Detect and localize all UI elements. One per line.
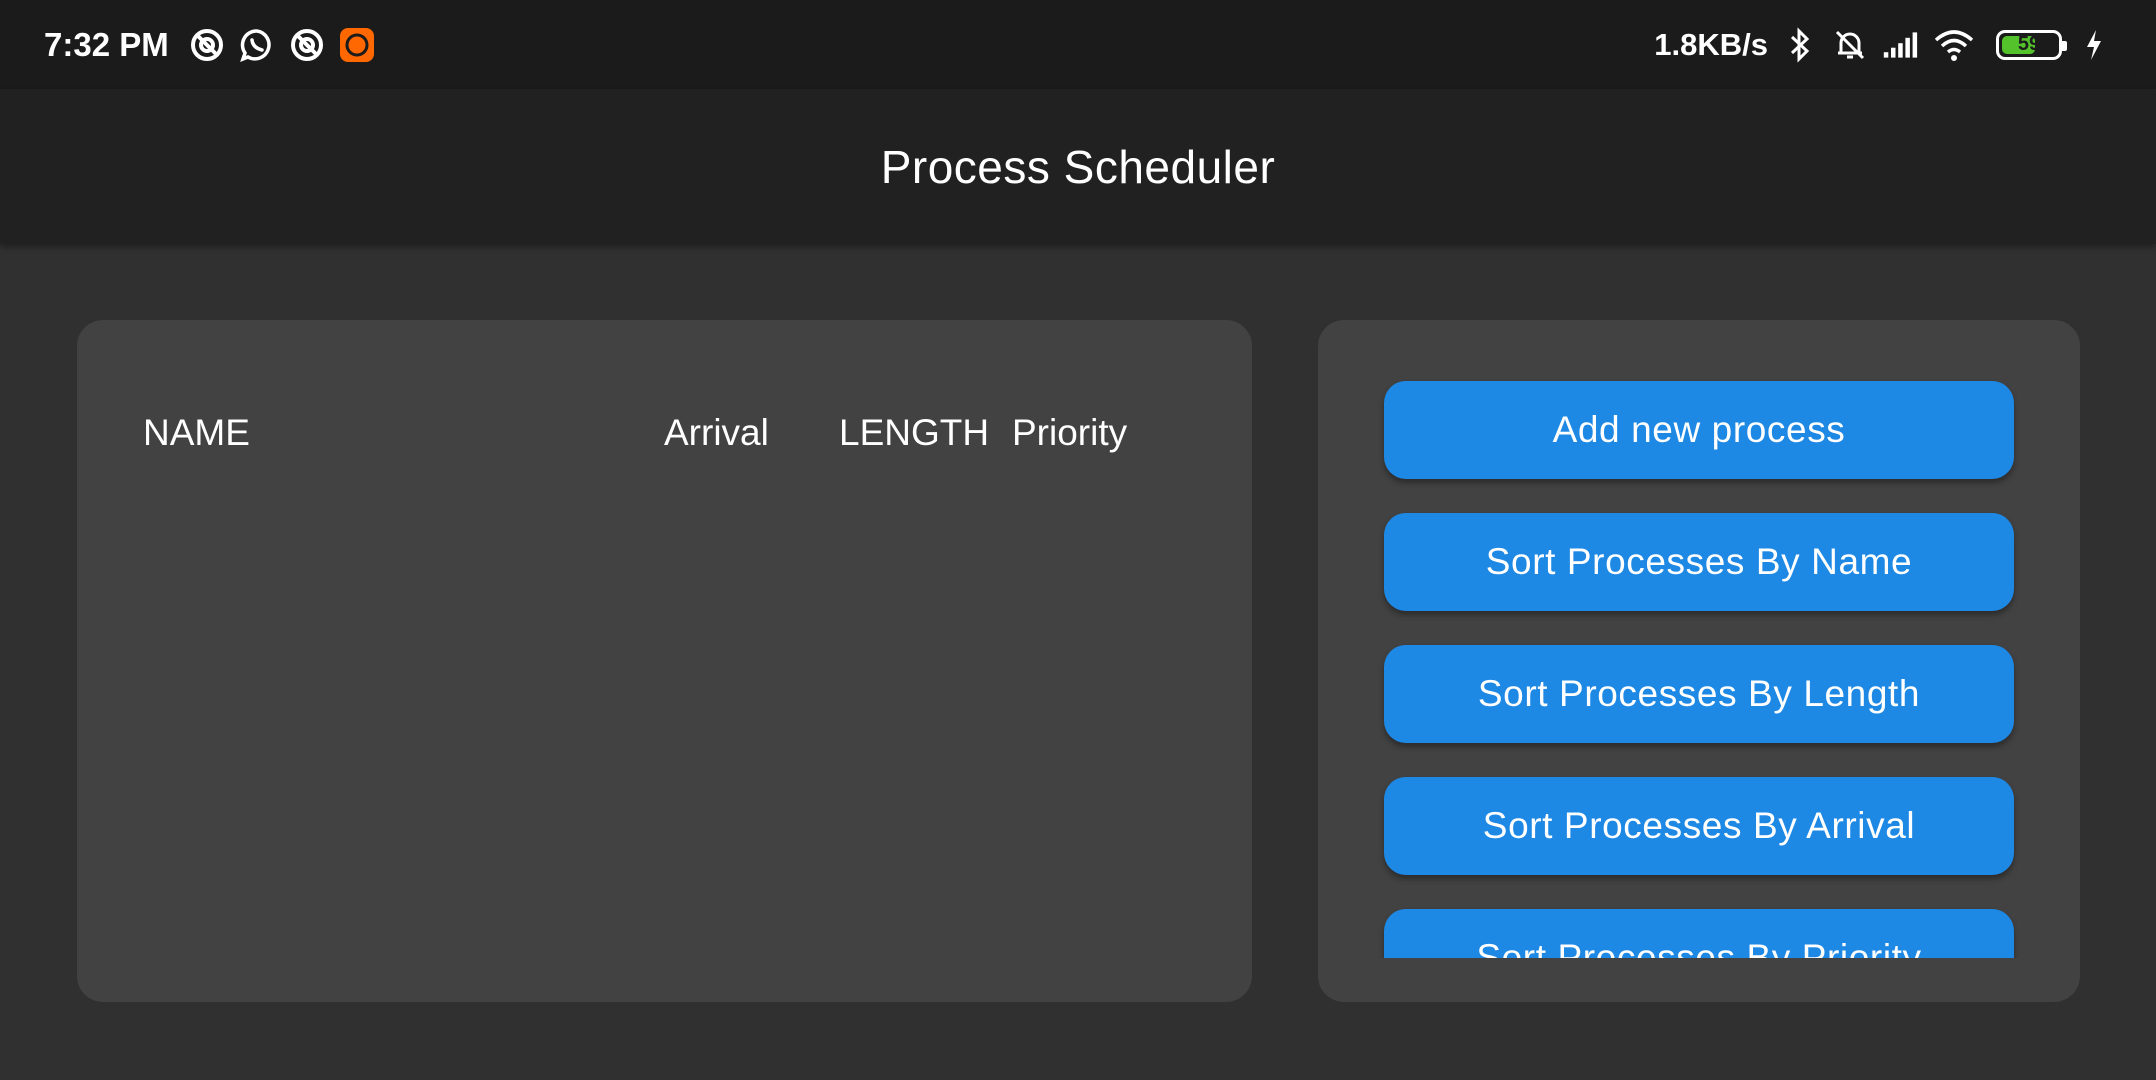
actions-scroll-list[interactable]: Add new process Sort Processes By Name S… xyxy=(1318,320,2080,958)
mi-app-icon xyxy=(339,27,375,63)
app-bar: Process Scheduler xyxy=(0,89,2156,244)
column-header-length: LENGTH xyxy=(839,412,990,453)
battery-icon: 59 xyxy=(1996,29,2067,60)
column-header-arrival: Arrival xyxy=(664,412,769,453)
sort-by-name-button[interactable]: Sort Processes By Name xyxy=(1384,513,2014,611)
column-header-name: NAME xyxy=(143,412,250,453)
table-header: NAME Arrival LENGTH Priority xyxy=(77,412,1252,462)
status-bar-right: 1.8KB/s 59 xyxy=(1654,27,2112,63)
pocket-casts-icon xyxy=(189,27,225,63)
sort-by-length-button[interactable]: Sort Processes By Length xyxy=(1384,645,2014,743)
cellular-signal-icon xyxy=(1882,27,1918,63)
column-header-priority: Priority xyxy=(1012,412,1128,453)
status-time: 7:32 PM xyxy=(44,25,169,63)
charging-icon xyxy=(2076,27,2112,63)
status-bar-left: 7:32 PM xyxy=(44,26,375,64)
page-title: Process Scheduler xyxy=(880,140,1276,193)
sort-by-arrival-button[interactable]: Sort Processes By Arrival xyxy=(1384,777,2014,875)
process-table-card: NAME Arrival LENGTH Priority xyxy=(77,320,1252,1002)
pocket-casts-icon xyxy=(289,27,325,63)
whatsapp-icon xyxy=(239,27,275,63)
actions-card: Add new process Sort Processes By Name S… xyxy=(1318,320,2080,1002)
status-bar: 7:32 PM 1.8KB/s 59 xyxy=(0,0,2156,89)
battery-level: 59 xyxy=(2017,33,2041,55)
sort-by-priority-button[interactable]: Sort Processes By Priority xyxy=(1384,909,2014,958)
wifi-icon xyxy=(1932,27,1976,63)
network-speed: 1.8KB/s xyxy=(1654,26,1768,62)
add-process-button[interactable]: Add new process xyxy=(1384,381,2014,479)
bluetooth-icon xyxy=(1782,26,1818,63)
notifications-muted-icon xyxy=(1832,27,1868,63)
